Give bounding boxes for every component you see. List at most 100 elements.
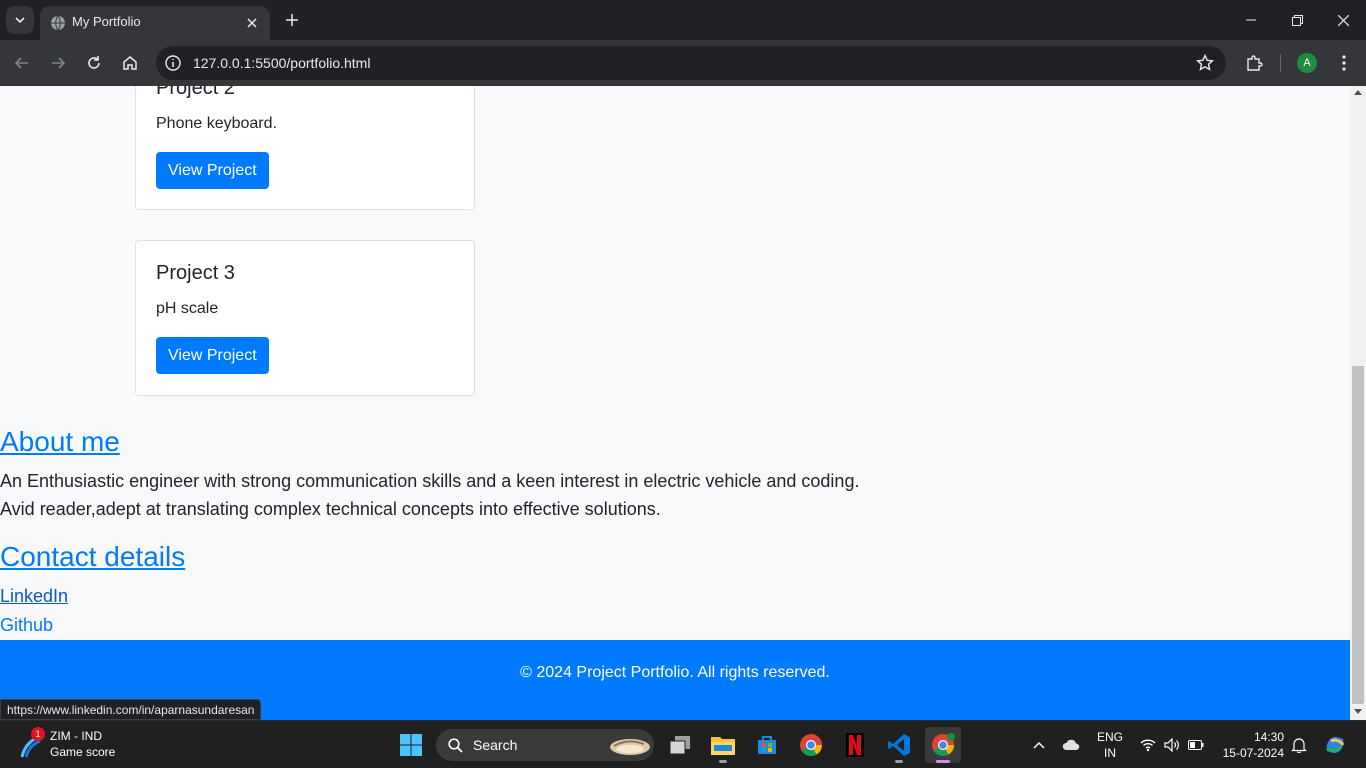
minimize-button[interactable]	[1228, 0, 1274, 40]
project-description: pH scale	[156, 300, 219, 317]
view-project-button[interactable]: View Project	[156, 152, 269, 189]
more-vert-icon	[1342, 55, 1346, 71]
scroll-up-icon[interactable]	[1354, 90, 1362, 95]
reload-button[interactable]	[80, 49, 108, 77]
project-description: Phone keyboard.	[156, 115, 277, 132]
netflix-button[interactable]	[837, 727, 873, 763]
taskbar-search[interactable]: Search	[436, 729, 654, 761]
copilot-button[interactable]	[1318, 727, 1352, 763]
info-icon[interactable]	[164, 54, 182, 72]
bell-icon	[1291, 738, 1307, 753]
restore-button[interactable]	[1274, 0, 1320, 40]
reload-icon	[88, 56, 100, 69]
wifi-icon	[1140, 739, 1156, 752]
windows-icon	[400, 734, 422, 756]
vscode-button[interactable]	[881, 727, 917, 763]
widget-title: ZIM - IND	[50, 729, 102, 743]
chrome-app-button[interactable]	[793, 727, 829, 763]
address-url[interactable]: 127.0.0.1:5500/portfolio.html	[193, 55, 370, 71]
chrome-icon	[800, 734, 822, 756]
folder-icon	[711, 737, 735, 755]
forward-button[interactable]	[44, 49, 72, 77]
tab-strip: My Portfolio	[0, 0, 1366, 40]
github-link[interactable]: Github	[0, 615, 53, 636]
arrow-right-icon	[52, 57, 66, 69]
language-indicator[interactable]: ENG	[1093, 730, 1127, 744]
tab-close-button[interactable]	[242, 13, 262, 33]
widget-subtitle: Game score	[50, 745, 116, 759]
scroll-down-icon[interactable]	[1354, 709, 1362, 714]
new-tab-button[interactable]	[280, 8, 304, 32]
project-card: Project 3 pH scale View Project	[135, 240, 475, 396]
about-text-line-1: An Enthusiastic engineer with strong com…	[0, 471, 860, 491]
store-icon	[758, 736, 776, 754]
chevron-down-icon	[15, 17, 25, 24]
onedrive-button[interactable]	[1054, 727, 1088, 763]
netflix-icon	[846, 733, 864, 757]
project-title: Project 3	[156, 262, 235, 284]
profile-avatar[interactable]: A	[1297, 53, 1317, 73]
contact-heading[interactable]: Contact details	[0, 541, 185, 573]
store-button[interactable]	[749, 727, 785, 763]
star-icon[interactable]	[1196, 54, 1214, 72]
volume-icon	[1164, 738, 1179, 752]
show-hidden-icons-button[interactable]	[1022, 727, 1056, 763]
close-icon	[1337, 14, 1349, 26]
volume-button[interactable]	[1159, 727, 1185, 763]
taskbar: 1 ZIM - IND Game score Search ENG IN 14:…	[0, 720, 1366, 768]
clock-time[interactable]: 14:30	[1220, 730, 1284, 744]
start-button[interactable]	[393, 727, 429, 763]
browser-menu-button[interactable]	[1330, 49, 1358, 77]
puzzle-icon	[1247, 55, 1263, 71]
file-explorer-button[interactable]	[705, 727, 741, 763]
project-title: Project 2	[156, 86, 235, 99]
about-heading[interactable]: About me	[0, 426, 120, 458]
page-viewport: Project 2 Phone keyboard. View Project P…	[0, 86, 1350, 720]
globe-icon	[51, 15, 65, 31]
notification-badge: 1	[31, 727, 45, 741]
running-indicator	[719, 760, 727, 763]
news-widget[interactable]: 1 ZIM - IND Game score	[18, 727, 158, 763]
search-icon	[448, 738, 463, 753]
battery-button[interactable]	[1183, 727, 1209, 763]
notifications-button[interactable]	[1286, 727, 1312, 763]
close-window-button[interactable]	[1320, 0, 1366, 40]
cloud-icon	[1062, 739, 1080, 750]
battery-icon	[1188, 740, 1204, 750]
vscode-icon	[888, 734, 910, 756]
plus-icon	[286, 14, 298, 26]
scroll-thumb[interactable]	[1352, 366, 1364, 704]
search-label: Search	[473, 737, 518, 753]
tab-title: My Portfolio	[72, 14, 141, 29]
region-indicator[interactable]: IN	[1093, 746, 1127, 760]
running-indicator	[895, 760, 903, 763]
address-bar[interactable]: 127.0.0.1:5500/portfolio.html	[156, 46, 1226, 80]
page-scrollbar[interactable]	[1350, 86, 1366, 720]
chrome-profile-button[interactable]	[925, 727, 961, 763]
restore-icon	[1291, 14, 1303, 26]
footer-text: © 2024 Project Portfolio. All rights res…	[520, 664, 830, 681]
about-text-line-2: Avid reader,adept at translating complex…	[0, 499, 661, 519]
linkedin-link[interactable]: LinkedIn	[0, 586, 68, 607]
clock-date[interactable]: 15-07-2024	[1214, 746, 1284, 760]
chevron-up-icon	[1033, 741, 1045, 749]
browser-tab[interactable]: My Portfolio	[40, 6, 270, 40]
link-status-bubble: https://www.linkedin.com/in/aparnasundar…	[0, 699, 262, 720]
search-highlight-icon	[610, 739, 650, 755]
home-icon	[123, 56, 137, 70]
browser-toolbar: 127.0.0.1:5500/portfolio.html A	[0, 40, 1366, 86]
copilot-icon	[1326, 736, 1345, 754]
arrow-left-icon	[14, 57, 28, 69]
active-indicator	[936, 760, 950, 763]
task-view-icon	[669, 736, 690, 755]
task-view-button[interactable]	[662, 727, 698, 763]
chrome-icon	[932, 733, 955, 756]
project-card: Project 2 Phone keyboard. View Project	[135, 86, 475, 210]
home-button[interactable]	[116, 49, 144, 77]
wifi-button[interactable]	[1135, 727, 1161, 763]
toolbar-divider	[1280, 54, 1281, 72]
back-button[interactable]	[8, 49, 36, 77]
tab-search-button[interactable]	[6, 6, 34, 34]
extensions-button[interactable]	[1240, 49, 1268, 77]
view-project-button[interactable]: View Project	[156, 337, 269, 374]
